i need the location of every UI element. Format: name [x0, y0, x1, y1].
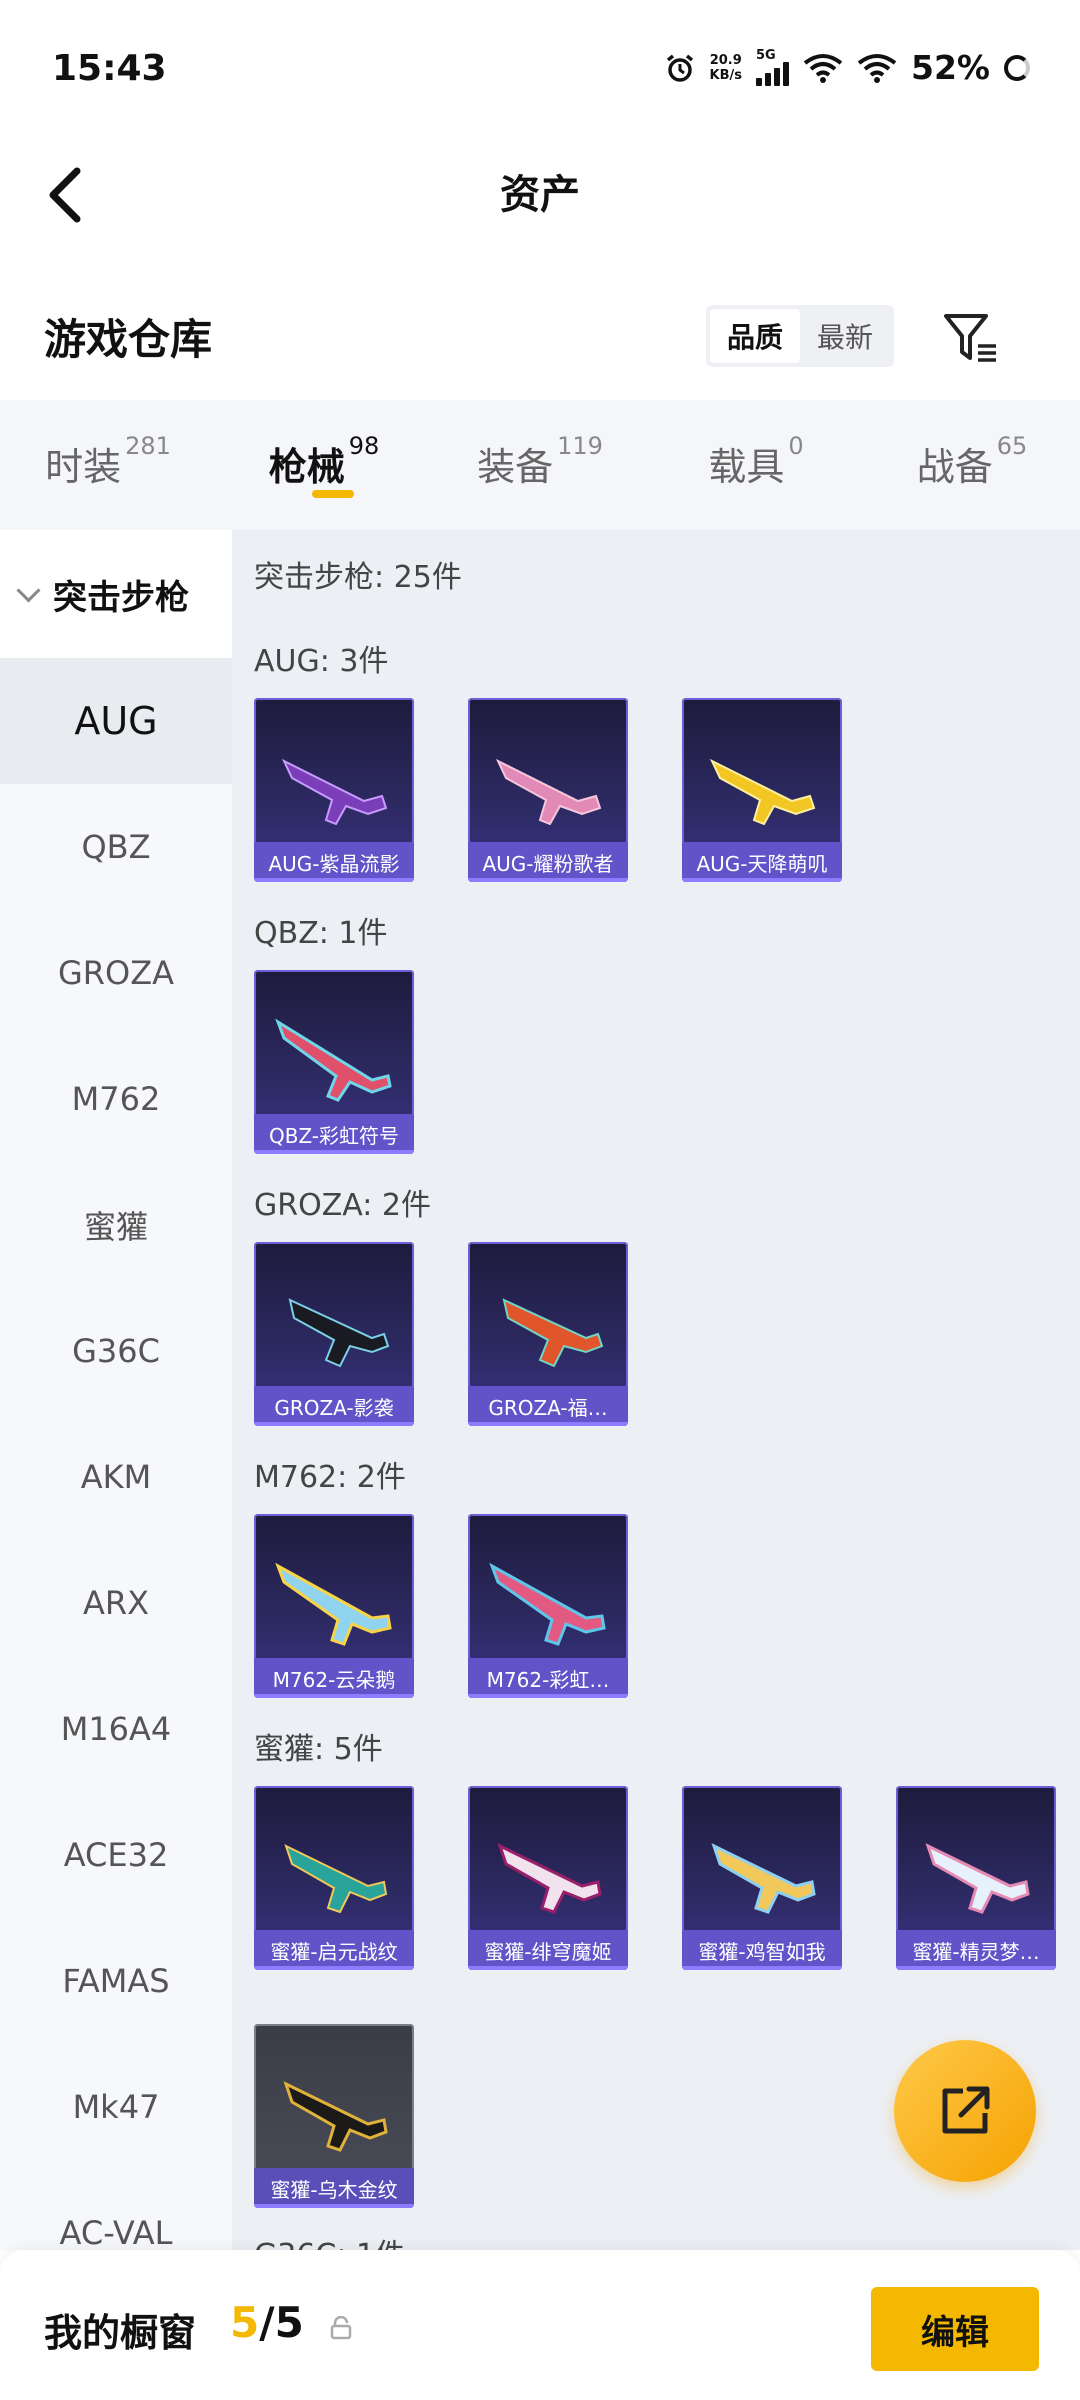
sidebar-item-famas[interactable]: FAMAS: [0, 1918, 232, 2044]
status-time: 15:43: [52, 48, 167, 89]
tab-supplies[interactable]: 战备 65: [864, 400, 1080, 530]
rifle-icon: [489, 1562, 606, 1646]
category-tabs: 时装 281 枪械 98 装备 119 载具 0 战备 65: [0, 400, 1080, 530]
sidebar-item-groza[interactable]: GROZA: [0, 910, 232, 1036]
rifle-icon: [925, 1843, 1030, 1914]
sidebar-category-header[interactable]: 突击步枪: [0, 530, 232, 658]
rifle-icon: [288, 1298, 390, 1368]
tab-weapons[interactable]: 枪械 98: [216, 400, 432, 530]
sidebar-item-ac-val[interactable]: AC-VAL: [0, 2170, 232, 2250]
weapon-card[interactable]: AUG-紫晶流影: [254, 698, 414, 882]
showcase-bar: 我的橱窗 5/5 编辑: [0, 2250, 1080, 2400]
summary-title: 突击步枪: 25件: [254, 560, 462, 595]
group-title-honey-badger: 蜜獾: 5件: [254, 1732, 383, 1767]
edit-button[interactable]: 编辑: [871, 2287, 1039, 2371]
wifi-icon-2: [857, 53, 897, 83]
weapon-card[interactable]: M762-彩虹…: [468, 1514, 628, 1698]
sidebar-item-aug[interactable]: AUG: [0, 658, 232, 784]
tab-fashion[interactable]: 时装 281: [0, 400, 216, 530]
weapon-card[interactable]: 蜜獾-启元战纹: [254, 1786, 414, 1970]
share-external-icon: [942, 2086, 990, 2134]
sidebar-item-m16a4[interactable]: M16A4: [0, 1666, 232, 1792]
filter-button[interactable]: [940, 308, 1000, 368]
rifle-icon: [275, 1562, 392, 1646]
sidebar-item-mk47[interactable]: Mk47: [0, 2044, 232, 2170]
sidebar-item-arx[interactable]: ARX: [0, 1540, 232, 1666]
rifle-icon: [284, 1844, 388, 1914]
weapon-card[interactable]: GROZA-福…: [468, 1242, 628, 1426]
chevron-down-icon: [16, 577, 41, 603]
status-bar: 15:43 20.9 KB/s 5G 52%: [0, 0, 1080, 140]
rifle-icon: [502, 1298, 604, 1368]
battery-ring-icon: [1004, 54, 1030, 81]
sidebar-item-g36c[interactable]: G36C: [0, 1288, 232, 1414]
tab-vehicles[interactable]: 载具 0: [648, 400, 864, 530]
sidebar-item-m762[interactable]: M762: [0, 1036, 232, 1162]
cellular-signal-icon: 5G: [756, 49, 789, 86]
tab-equipment[interactable]: 装备 119: [432, 400, 648, 530]
weapon-sidebar: 突击步枪 AUG QBZ GROZA M762 蜜獾 G36C AKM ARX …: [0, 530, 232, 2250]
weapon-card[interactable]: M762-云朵鹅: [254, 1514, 414, 1698]
weapon-card[interactable]: 蜜獾-乌木金纹: [254, 2024, 414, 2208]
group-title-qbz: QBZ: 1件: [254, 916, 388, 951]
rifle-icon: [711, 1843, 816, 1914]
wifi-icon: [803, 53, 843, 83]
group-title-aug: AUG: 3件: [254, 644, 389, 679]
showcase-count: 5/5: [230, 2298, 304, 2347]
sidebar-item-qbz[interactable]: QBZ: [0, 784, 232, 910]
rifle-icon: [283, 2081, 388, 2152]
status-icons: 20.9 KB/s 5G 52%: [664, 48, 1030, 87]
weapon-card[interactable]: 蜜獾-绯穹魔姬: [468, 1786, 628, 1970]
net-speed: 20.9 KB/s: [709, 52, 742, 83]
page-title: 资产: [500, 172, 580, 218]
weapon-card[interactable]: GROZA-影袭: [254, 1242, 414, 1426]
rifle-icon: [275, 1018, 392, 1102]
rifle-icon: [709, 758, 816, 826]
alarm-icon: [666, 54, 693, 82]
sort-option-newest[interactable]: 最新: [800, 309, 890, 363]
weapon-card[interactable]: 蜜獾-精灵梦…: [896, 1786, 1056, 1970]
weapon-card[interactable]: QBZ-彩虹符号: [254, 970, 414, 1154]
battery-percent: 52%: [911, 48, 990, 87]
showcase-label: 我的橱窗: [44, 2311, 197, 2355]
filter-icon: [944, 314, 996, 362]
share-button[interactable]: [894, 2040, 1036, 2182]
lock-icon: [330, 2316, 352, 2340]
sort-toggle: 品质 最新: [706, 305, 894, 367]
sidebar-item-ace32[interactable]: ACE32: [0, 1792, 232, 1918]
sort-option-quality[interactable]: 品质: [710, 309, 800, 363]
group-title-g36c: G36C: 1件: [254, 2230, 405, 2250]
group-title-m762: M762: 2件: [254, 1460, 406, 1495]
rifle-icon: [281, 758, 388, 826]
rifle-icon: [497, 1843, 602, 1914]
weapon-card[interactable]: AUG-天降萌叽: [682, 698, 842, 882]
group-title-groza: GROZA: 2件: [254, 1188, 431, 1223]
sidebar-item-honey-badger[interactable]: 蜜獾: [0, 1162, 232, 1288]
sidebar-item-akm[interactable]: AKM: [0, 1414, 232, 1540]
nav-bar: 资产: [0, 140, 1080, 250]
weapon-card[interactable]: 蜜獾-鸡智如我: [682, 1786, 842, 1970]
warehouse-title: 游戏仓库: [44, 315, 213, 364]
weapon-list: 突击步枪: 25件 AUG: 3件 AUG-紫晶流影 AUG-耀粉歌者 AUG-…: [232, 530, 1080, 2250]
weapon-card[interactable]: AUG-耀粉歌者: [468, 698, 628, 882]
rifle-icon: [495, 758, 602, 826]
